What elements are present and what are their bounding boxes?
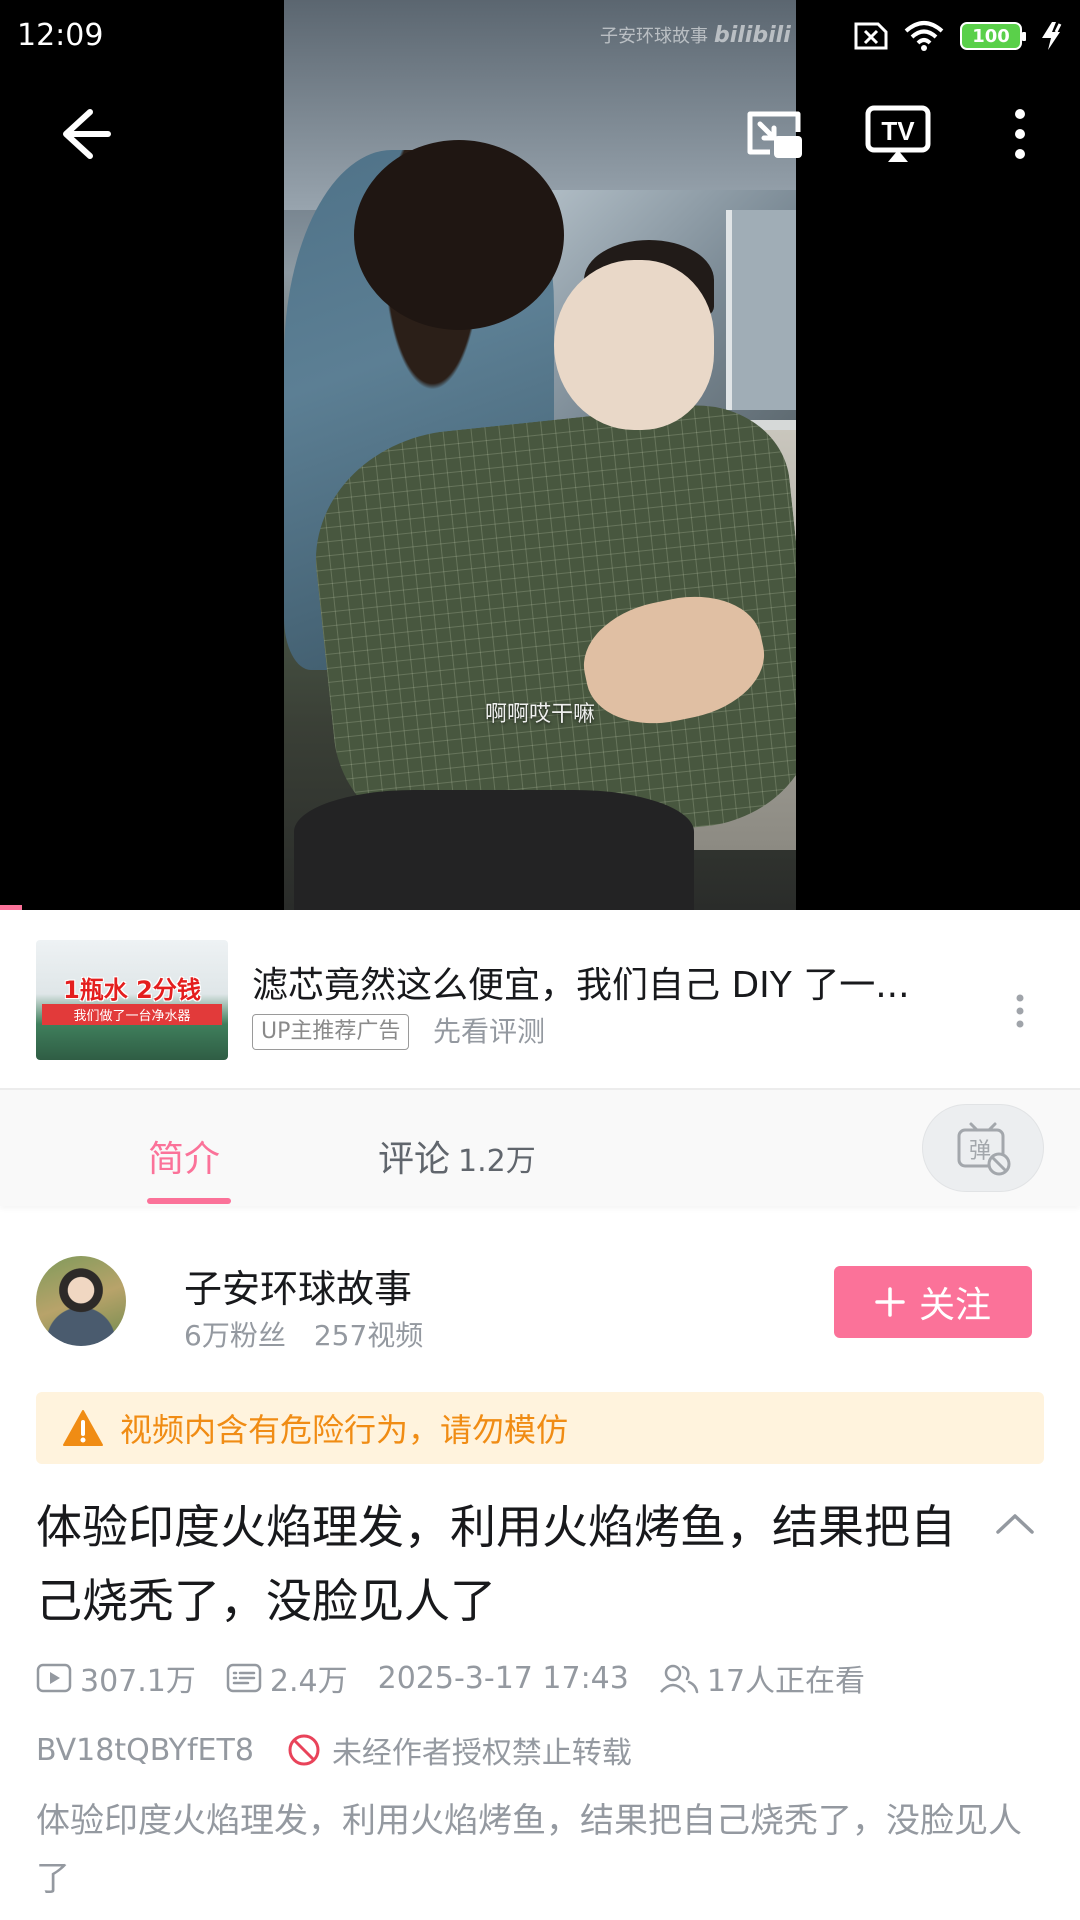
danmaku-glyph: 弹 (969, 1139, 991, 1164)
status-time: 12:09 (17, 18, 104, 53)
more-vertical-icon (1015, 109, 1025, 159)
status-bar: 12:09 100 (0, 0, 1080, 70)
ad-tag: UP主推荐广告 (252, 1014, 410, 1050)
ad-thumbnail[interactable]: 1瓶水 2分钱 我们做了一台净水器 (36, 940, 228, 1060)
danmaku-count-text: 2.4万 (269, 1664, 348, 1699)
sponsored-ad-card[interactable]: 1瓶水 2分钱 我们做了一台净水器 滤芯竟然这么便宜，我们自己 DIY 了一..… (0, 910, 1080, 1090)
svg-text:TV: TV (881, 116, 915, 146)
danmaku-toggle-button[interactable]: 弹 (922, 1104, 1044, 1192)
danmaku-count: 2.4万 (226, 1656, 348, 1700)
danmaku-off-icon: 弹 (957, 1122, 1011, 1176)
sim-no-service-icon (854, 22, 888, 50)
watching-now: 17人正在看 (659, 1656, 865, 1700)
tab-comments-count: 1.2万 (458, 1144, 536, 1179)
tab-comments-label: 评论 (378, 1139, 451, 1180)
battery-indicator: 100 (960, 22, 1026, 50)
plus-icon (875, 1287, 905, 1317)
status-icons: 100 (852, 20, 1068, 52)
tv-cast-icon: TV (865, 105, 931, 162)
publish-datetime-text: 2025-3-17 17:43 (377, 1660, 629, 1696)
collapse-details-button[interactable] (994, 1508, 1036, 1538)
author-name[interactable]: 子安环球故事 (184, 1258, 412, 1313)
video-subtitle: 啊啊哎干嘛 (484, 702, 595, 727)
ad-thumbnail-headline: 1瓶水 2分钱 (63, 976, 201, 1004)
tab-comments[interactable]: 评论 1.2万 (378, 1130, 536, 1182)
chevron-up-icon (996, 1514, 1034, 1534)
ad-title[interactable]: 滤芯竟然这么便宜，我们自己 DIY 了一... (252, 956, 952, 1008)
author-fans: 6万粉丝 (184, 1319, 286, 1352)
author-stats: 6万粉丝 257视频 (184, 1314, 423, 1354)
video-title: 体验印度火焰理发，利用火焰烤鱼，结果把自己烧秃了，没脸见人了 (36, 1500, 956, 1628)
wifi-icon (904, 21, 944, 51)
video-scene-barber-head (354, 140, 564, 330)
ad-subtitle: 先看评测 (433, 1015, 546, 1048)
picture-in-picture-button[interactable] (740, 100, 810, 170)
ad-thumbnail-caption: 我们做了一台净水器 (42, 1004, 222, 1025)
ad-more-button[interactable] (1005, 986, 1035, 1036)
warning-triangle-icon (63, 1410, 103, 1446)
danmaku-count-icon (226, 1663, 262, 1693)
publish-datetime: 2025-3-17 17:43 (378, 1661, 629, 1696)
more-vertical-icon (1016, 994, 1024, 1028)
tab-bar: 简介 评论 1.2万 弹 (0, 1090, 1080, 1206)
video-frame[interactable] (284, 0, 796, 910)
video-meta-row: 307.1万 2.4万 2025-3-17 17:43 17人正在看 (36, 1656, 895, 1700)
bvid-row: BV18tQBYfET8 未经作者授权禁止转载 (36, 1728, 632, 1772)
people-watching-icon (659, 1664, 699, 1694)
view-count: 307.1万 (36, 1656, 196, 1700)
view-count-text: 307.1万 (80, 1664, 196, 1699)
watching-now-text: 17人正在看 (706, 1664, 866, 1699)
author-avatar[interactable] (36, 1256, 126, 1346)
video-scene-customer-face (554, 260, 714, 430)
back-button[interactable] (50, 100, 120, 170)
follow-label: 关注 (918, 1285, 991, 1326)
tv-cast-button[interactable]: TV (862, 98, 934, 168)
follow-button[interactable]: 关注 (834, 1266, 1032, 1338)
video-scene-mirror-edge (726, 210, 796, 410)
warning-text: 视频内含有危险行为，请勿模仿 (120, 1411, 569, 1449)
no-reprint-text: 未经作者授权禁止转载 (331, 1736, 632, 1771)
author-videos: 257视频 (313, 1319, 424, 1352)
danger-warning-banner: 视频内含有危险行为，请勿模仿 (36, 1392, 1044, 1464)
picture-in-picture-icon (747, 111, 802, 158)
video-scene-pants (294, 790, 694, 910)
charging-icon (1042, 22, 1062, 50)
tab-active-indicator (147, 1198, 231, 1204)
video-description: 体验印度火焰理发，利用火焰烤鱼，结果把自己烧秃了，没脸见人了 (36, 1801, 1022, 1899)
back-arrow-icon (63, 109, 111, 159)
no-entry-icon (288, 1734, 320, 1766)
bvid[interactable]: BV18tQBYfET8 (36, 1733, 254, 1768)
tab-intro[interactable]: 简介 (148, 1130, 220, 1182)
no-reprint-notice: 未经作者授权禁止转载 (286, 1728, 632, 1772)
play-count-icon (36, 1663, 72, 1693)
more-options-button[interactable] (1000, 100, 1040, 170)
